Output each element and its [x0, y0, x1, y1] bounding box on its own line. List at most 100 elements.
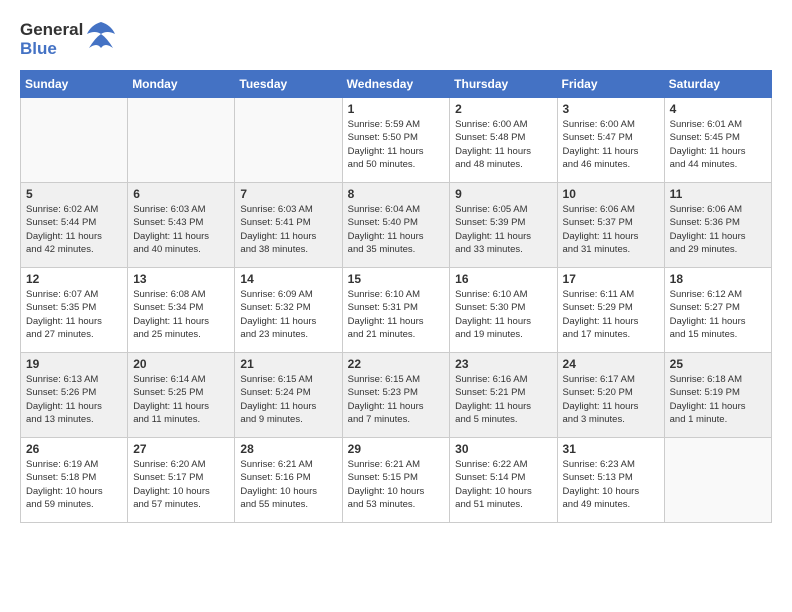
calendar-cell: [664, 438, 771, 523]
day-number: 2: [455, 102, 551, 116]
page-header: GeneralBlue: [20, 20, 772, 60]
day-info: Sunrise: 6:03 AMSunset: 5:43 PMDaylight:…: [133, 203, 229, 256]
day-number: 9: [455, 187, 551, 201]
calendar-cell: 16Sunrise: 6:10 AMSunset: 5:30 PMDayligh…: [450, 268, 557, 353]
calendar-header-tuesday: Tuesday: [235, 71, 342, 98]
day-number: 4: [670, 102, 766, 116]
calendar-cell: 30Sunrise: 6:22 AMSunset: 5:14 PMDayligh…: [450, 438, 557, 523]
calendar-cell: [235, 98, 342, 183]
day-number: 25: [670, 357, 766, 371]
day-number: 29: [348, 442, 445, 456]
day-info: Sunrise: 6:20 AMSunset: 5:17 PMDaylight:…: [133, 458, 229, 511]
calendar-cell: 15Sunrise: 6:10 AMSunset: 5:31 PMDayligh…: [342, 268, 450, 353]
calendar-cell: 22 Sunrise: 6:15 AMSunset: 5:23 PMDayligh…: [342, 353, 450, 438]
day-info: Sunrise: 6:06 AMSunset: 5:36 PMDaylight:…: [670, 203, 766, 256]
calendar-week-row: 19Sunrise: 6:13 AMSunset: 5:26 PMDayligh…: [21, 353, 772, 438]
calendar-cell: 12 Sunrise: 6:07 AMSunset: 5:35 PMDayligh…: [21, 268, 128, 353]
day-info: Sunrise: 6:15 AMSunset: 5:24 PMDaylight:…: [240, 373, 336, 426]
day-info: Sunrise: 6:08 AMSunset: 5:34 PMDaylight:…: [133, 288, 229, 341]
day-info: Sunrise: 6:01 AMSunset: 5:45 PMDaylight:…: [670, 118, 766, 171]
calendar-cell: 9Sunrise: 6:05 AMSunset: 5:39 PMDaylight…: [450, 183, 557, 268]
day-info: Sunrise: 6:15 AMSunset: 5:23 PMDaylight:…: [348, 373, 445, 426]
calendar-header-thursday: Thursday: [450, 71, 557, 98]
day-info: Sunrise: 6:04 AMSunset: 5:40 PMDaylight:…: [348, 203, 445, 256]
calendar-table: SundayMondayTuesdayWednesdayThursdayFrid…: [20, 70, 772, 523]
calendar-cell: [128, 98, 235, 183]
calendar-cell: 6 Sunrise: 6:03 AMSunset: 5:43 PMDaylight…: [128, 183, 235, 268]
calendar-week-row: 12 Sunrise: 6:07 AMSunset: 5:35 PMDayligh…: [21, 268, 772, 353]
calendar-header-saturday: Saturday: [664, 71, 771, 98]
day-info: Sunrise: 6:10 AMSunset: 5:30 PMDaylight:…: [455, 288, 551, 341]
calendar-cell: 10Sunrise: 6:06 AMSunset: 5:37 PMDayligh…: [557, 183, 664, 268]
day-number: 28: [240, 442, 336, 456]
calendar-cell: 8 Sunrise: 6:04 AMSunset: 5:40 PMDaylight…: [342, 183, 450, 268]
calendar-week-row: 5Sunrise: 6:02 AMSunset: 5:44 PMDaylight…: [21, 183, 772, 268]
day-info: Sunrise: 6:00 AMSunset: 5:47 PMDaylight:…: [563, 118, 659, 171]
calendar-cell: 19Sunrise: 6:13 AMSunset: 5:26 PMDayligh…: [21, 353, 128, 438]
day-number: 5: [26, 187, 122, 201]
day-number: 30: [455, 442, 551, 456]
day-number: 7: [240, 187, 336, 201]
day-info: Sunrise: 6:19 AMSunset: 5:18 PMDaylight:…: [26, 458, 122, 511]
calendar-cell: 14Sunrise: 6:09 AMSunset: 5:32 PMDayligh…: [235, 268, 342, 353]
calendar-cell: 21 Sunrise: 6:15 AMSunset: 5:24 PMDayligh…: [235, 353, 342, 438]
calendar-week-row: 1 Sunrise: 5:59 AMSunset: 5:50 PMDaylight…: [21, 98, 772, 183]
day-info: Sunrise: 6:03 AMSunset: 5:41 PMDaylight:…: [240, 203, 336, 256]
day-info: Sunrise: 6:11 AMSunset: 5:29 PMDaylight:…: [563, 288, 659, 341]
day-number: 8: [348, 187, 445, 201]
calendar-cell: 5Sunrise: 6:02 AMSunset: 5:44 PMDaylight…: [21, 183, 128, 268]
day-number: 10: [563, 187, 659, 201]
day-number: 6: [133, 187, 229, 201]
day-info: Sunrise: 6:00 AMSunset: 5:48 PMDaylight:…: [455, 118, 551, 171]
day-number: 20: [133, 357, 229, 371]
calendar-cell: 2 Sunrise: 6:00 AMSunset: 5:48 PMDaylight…: [450, 98, 557, 183]
day-number: 24: [563, 357, 659, 371]
day-number: 31: [563, 442, 659, 456]
day-info: Sunrise: 6:21 AMSunset: 5:16 PMDaylight:…: [240, 458, 336, 511]
calendar-cell: 18Sunrise: 6:12 AMSunset: 5:27 PMDayligh…: [664, 268, 771, 353]
calendar-cell: 17 Sunrise: 6:11 AMSunset: 5:29 PMDayligh…: [557, 268, 664, 353]
day-info: Sunrise: 6:17 AMSunset: 5:20 PMDaylight:…: [563, 373, 659, 426]
day-number: 1: [348, 102, 445, 116]
calendar-cell: 11 Sunrise: 6:06 AMSunset: 5:36 PMDayligh…: [664, 183, 771, 268]
day-number: 22: [348, 357, 445, 371]
day-number: 13: [133, 272, 229, 286]
day-number: 21: [240, 357, 336, 371]
day-number: 27: [133, 442, 229, 456]
calendar-cell: 31 Sunrise: 6:23 AMSunset: 5:13 PMDayligh…: [557, 438, 664, 523]
logo-text-group: GeneralBlue: [20, 21, 83, 58]
day-number: 18: [670, 272, 766, 286]
day-number: 23: [455, 357, 551, 371]
calendar-cell: 7 Sunrise: 6:03 AMSunset: 5:41 PMDaylight…: [235, 183, 342, 268]
calendar-header-friday: Friday: [557, 71, 664, 98]
calendar-cell: 23Sunrise: 6:16 AMSunset: 5:21 PMDayligh…: [450, 353, 557, 438]
calendar-cell: [21, 98, 128, 183]
day-info: Sunrise: 6:09 AMSunset: 5:32 PMDaylight:…: [240, 288, 336, 341]
day-number: 17: [563, 272, 659, 286]
day-number: 19: [26, 357, 122, 371]
day-number: 26: [26, 442, 122, 456]
day-info: Sunrise: 5:59 AMSunset: 5:50 PMDaylight:…: [348, 118, 445, 171]
calendar-cell: 24 Sunrise: 6:17 AMSunset: 5:20 PMDayligh…: [557, 353, 664, 438]
calendar-header-monday: Monday: [128, 71, 235, 98]
calendar-week-row: 26 Sunrise: 6:19 AMSunset: 5:18 PMDayligh…: [21, 438, 772, 523]
calendar-cell: 28 Sunrise: 6:21 AMSunset: 5:16 PMDayligh…: [235, 438, 342, 523]
calendar-header-wednesday: Wednesday: [342, 71, 450, 98]
day-info: Sunrise: 6:14 AMSunset: 5:25 PMDaylight:…: [133, 373, 229, 426]
day-info: Sunrise: 6:10 AMSunset: 5:31 PMDaylight:…: [348, 288, 445, 341]
day-info: Sunrise: 6:07 AMSunset: 5:35 PMDaylight:…: [26, 288, 122, 341]
calendar-header-row: SundayMondayTuesdayWednesdayThursdayFrid…: [21, 71, 772, 98]
calendar-cell: 4 Sunrise: 6:01 AMSunset: 5:45 PMDaylight…: [664, 98, 771, 183]
day-number: 12: [26, 272, 122, 286]
day-info: Sunrise: 6:18 AMSunset: 5:19 PMDaylight:…: [670, 373, 766, 426]
day-info: Sunrise: 6:21 AMSunset: 5:15 PMDaylight:…: [348, 458, 445, 511]
day-info: Sunrise: 6:23 AMSunset: 5:13 PMDaylight:…: [563, 458, 659, 511]
calendar-cell: 27 Sunrise: 6:20 AMSunset: 5:17 PMDayligh…: [128, 438, 235, 523]
calendar-cell: 29 Sunrise: 6:21 AMSunset: 5:15 PMDayligh…: [342, 438, 450, 523]
logo-general: General: [20, 21, 83, 40]
calendar-cell: 1 Sunrise: 5:59 AMSunset: 5:50 PMDaylight…: [342, 98, 450, 183]
logo-bird-icon: [83, 20, 118, 60]
day-number: 3: [563, 102, 659, 116]
day-number: 11: [670, 187, 766, 201]
logo: GeneralBlue: [20, 20, 120, 60]
